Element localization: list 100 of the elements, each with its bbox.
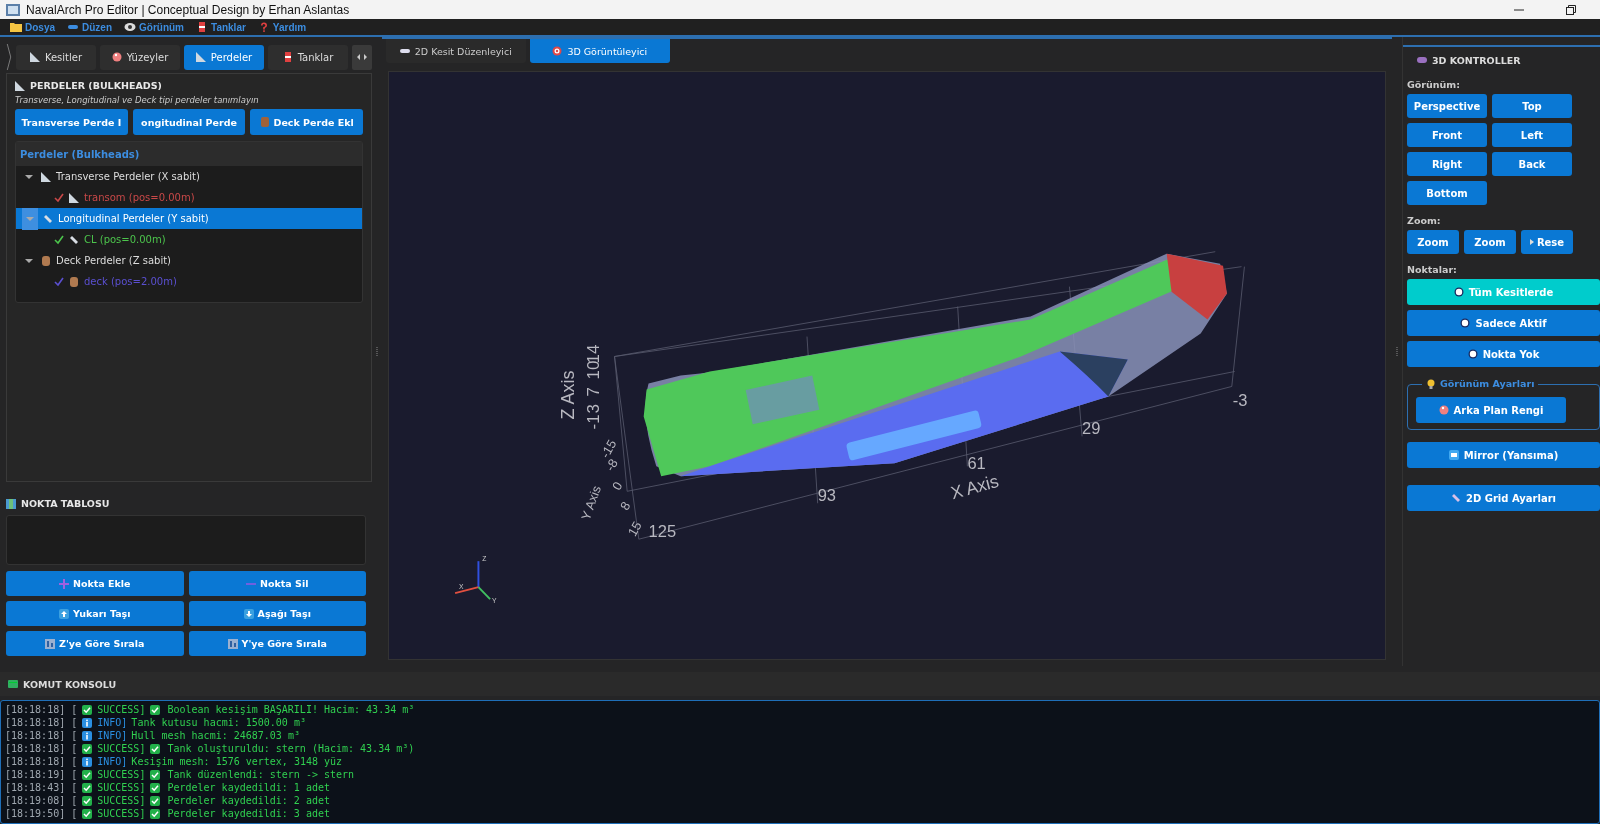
grid-settings-button[interactable]: 2D Grid Ayarları (1407, 485, 1600, 511)
menu-item[interactable]: Görünüm (124, 21, 184, 33)
door-icon (259, 117, 270, 127)
menu-item[interactable]: Düzen (67, 21, 112, 33)
axis-title: Y Axis (577, 483, 604, 523)
tank-icon (196, 22, 208, 32)
tree-row[interactable]: deck (pos=2.00m) (16, 271, 362, 292)
view-tab[interactable]: 2D Kesit Düzenleyici (385, 39, 526, 63)
menu-item[interactable]: Yardım (257, 21, 307, 33)
log-level: INFO] (97, 717, 128, 728)
check-icon (82, 808, 93, 819)
axis-tick-label: 8 (616, 498, 634, 513)
point-button[interactable]: Aşağı Taşı (188, 601, 366, 626)
point-button[interactable]: Y'ye Göre Sırala (188, 631, 366, 656)
section-title-text: KOMUT KONSOLU (23, 678, 117, 690)
background-color-button[interactable]: Arka Plan Rengi (1416, 397, 1566, 423)
add-bulkhead-button[interactable]: Transverse Perde I (15, 109, 128, 135)
zoom-button[interactable]: Zoom (1407, 230, 1459, 254)
tree-row[interactable]: Deck Perdeler (Z sabit) (16, 250, 362, 271)
point-button[interactable]: Z'ye Göre Sırala (6, 631, 184, 656)
tree-label: Longitudinal Perdeler (Y sabit) (58, 213, 209, 224)
add-bulkhead-button[interactable]: Deck Perde Ekl (250, 109, 363, 135)
log-message: Hull mesh hacmi: 24687.03 m³ (131, 730, 300, 741)
terminal-icon (8, 679, 18, 689)
add-bulkhead-button[interactable]: ongitudinal Perde (132, 109, 246, 135)
log-message: Boolean kesişim BAŞARILI! Hacim: 43.34 m³ (167, 704, 415, 715)
point-mode-button[interactable]: Sadece Aktif (1407, 310, 1600, 336)
check-icon (82, 743, 93, 754)
plus-icon (58, 578, 69, 589)
panel-tab[interactable]: Tanklar (268, 44, 348, 70)
check-icon[interactable] (54, 234, 64, 245)
sort-icon (45, 638, 56, 649)
menu-item[interactable]: Tanklar (196, 21, 246, 33)
group-label: Noktalar: (1407, 264, 1458, 275)
panel-tab[interactable]: Yüzeyler (100, 44, 180, 70)
check-icon[interactable] (54, 192, 64, 203)
view-button[interactable]: Left (1492, 123, 1572, 147)
menu-item[interactable]: Dosya (10, 21, 55, 33)
log-timestamp: [18:18:19] [ (5, 769, 78, 780)
view-button[interactable]: Back (1492, 152, 1572, 176)
triangle-ruler-icon (15, 80, 25, 91)
point-mode-button[interactable]: Nokta Yok (1407, 341, 1600, 367)
dot-icon (1460, 318, 1471, 328)
triangle-ruler-icon (69, 192, 79, 203)
sort-icon (227, 638, 238, 649)
log-level: SUCCESS] (97, 769, 146, 780)
log-level: SUCCESS] (97, 704, 146, 715)
point-button[interactable]: Yukarı Taşı (6, 601, 184, 626)
mirror-button[interactable]: Mirror (Yansıma) (1407, 442, 1600, 468)
zoom-button[interactable]: Zoom (1464, 230, 1516, 254)
tree-row[interactable]: CL (pos=0.00m) (16, 229, 362, 250)
view-button[interactable]: Bottom (1407, 181, 1487, 205)
group-legend: Görünüm Ayarları (1422, 378, 1539, 389)
point-button[interactable]: Nokta Sil (188, 571, 366, 596)
tree-row[interactable]: Transverse Perdeler (X sabit) (16, 166, 362, 187)
collapse-handle-icon[interactable] (6, 44, 12, 70)
check-icon (150, 808, 161, 819)
door-icon (41, 255, 51, 266)
window-title: NavalArch Pro Editor | Conceptual Design by Erhan Aslantas (26, 2, 350, 17)
info-icon (82, 756, 93, 767)
log-message: Perdeler kaydedildi: 2 adet (167, 795, 330, 806)
view-button[interactable]: Top (1492, 94, 1572, 118)
tree-row[interactable]: transom (pos=0.00m) (16, 187, 362, 208)
log-timestamp: [18:18:18] [ (5, 730, 78, 741)
log-level: INFO] (97, 756, 128, 767)
view-tab[interactable]: 3D Görüntüleyici (529, 39, 670, 63)
tree-row[interactable]: Longitudinal Perdeler (Y sabit) (16, 208, 362, 229)
info-icon (82, 717, 93, 728)
log-level: SUCCESS] (97, 782, 146, 793)
log-timestamp: [18:19:50] [ (5, 808, 78, 819)
lightbulb-icon (1426, 378, 1436, 389)
axis-gizmo-icon[interactable] (453, 560, 491, 601)
panel-tab[interactable]: Kesitler (16, 44, 96, 70)
axis-tick-label: 15 (624, 518, 645, 539)
log-timestamp: [18:18:18] [ (5, 717, 78, 728)
view-button[interactable]: Front (1407, 123, 1487, 147)
zoom-button[interactable]: Rese (1521, 230, 1573, 254)
group-label: Zoom: (1407, 215, 1442, 226)
splitter-grip-icon[interactable] (1396, 346, 1399, 357)
triangle-ruler-icon (41, 171, 51, 182)
splitter-grip-icon[interactable] (375, 346, 378, 357)
table-icon (6, 498, 16, 509)
check-icon (150, 743, 161, 754)
point-button[interactable]: Nokta Ekle (6, 571, 184, 596)
section-title-text: NOKTA TABLOSU (21, 498, 110, 509)
view-button[interactable]: Right (1407, 152, 1487, 176)
view-button[interactable]: Perspective (1407, 94, 1487, 118)
tab-scroll-buttons[interactable] (352, 44, 372, 70)
log-timestamp: [18:18:18] [ (5, 756, 78, 767)
log-message: Perdeler kaydedildi: 1 adet (167, 782, 330, 793)
panel-tab[interactable]: Perdeler (184, 44, 264, 70)
check-icon[interactable] (54, 276, 64, 287)
log-timestamp: [18:18:43] [ (5, 782, 78, 793)
log-message: Kesişim mesh: 1576 vertex, 3148 yüz (131, 756, 343, 767)
restore-icon[interactable] (1566, 4, 1576, 15)
tree-label: CL (pos=0.00m) (84, 234, 166, 245)
dot-icon (1467, 349, 1478, 359)
check-icon (150, 795, 161, 806)
ruler-icon (69, 234, 79, 245)
axis-tick-label: -3 (1232, 391, 1248, 411)
